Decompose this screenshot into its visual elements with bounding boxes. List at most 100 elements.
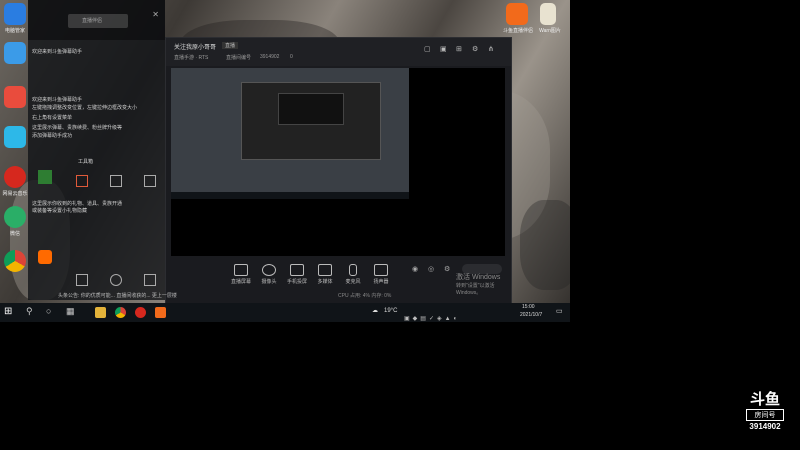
pc-manager-icon[interactable] [4,3,26,25]
assistant-line: 欢迎来到斗鱼弹幕助手 [32,97,83,103]
app-icon[interactable] [4,86,26,108]
clock-time[interactable]: 15:00 [522,304,535,310]
close-icon[interactable]: ✕ [152,10,159,19]
toolbox-label[interactable]: 工具箱 [78,158,93,165]
assistant-line: 右上角有设置菜单 [32,115,73,121]
windows-taskbar: ⊞ ⚲ ○ ▦ ☁ 19°C ▣◆▤✓◈▲◐ 15:00 2021/10/7 ▭ [0,303,570,322]
play-icon [318,264,332,276]
streaming-tool-window[interactable]: 关注我原小哥哥 直播 直播手游 · RTS 直播间编号 3914902 0 ▢ … [165,37,512,304]
game-icon[interactable] [76,274,88,286]
assistant-line: 或装备等设置小礼物隐藏 [32,208,88,214]
stream-preview[interactable] [171,68,505,256]
camera-small-icon[interactable]: ◎ [428,265,434,273]
screen-capture-button[interactable]: 直播屏幕 [228,262,254,292]
assistant-line: 左键拖拽调整改变位置，左键拉伸边框改变大小 [32,105,138,111]
download-icon[interactable] [110,274,122,286]
microphone-icon [349,264,357,276]
monitor-icon [234,264,248,276]
douyu-taskbar-icon[interactable] [155,307,166,318]
tray-icons[interactable]: ▣◆▤✓◈▲◐ [404,316,460,322]
room-category[interactable]: 直播手游 · RTS [174,54,208,61]
camera-button[interactable]: 摄像头 [256,262,282,292]
lock-icon[interactable]: ▢ [424,45,431,53]
shield-icon[interactable] [144,175,156,187]
danmaku-assistant-panel[interactable]: 直播伴侣 ✕ 欢迎来到斗鱼弹幕助手 欢迎来到斗鱼弹幕助手 左键拖拽调整改变位置，… [28,0,165,300]
room-title[interactable]: 关注我原小哥哥 [174,42,216,51]
assistant-header: 直播伴侣 ✕ [28,0,165,40]
toolbar-label: 麦克风 [345,279,361,285]
captured-screen: 电脑管家 网易云音乐 微信 斗鱼直播伴侣 Warn图片 直播伴侣 ✕ 欢迎来到斗… [0,0,570,322]
status-bar-left: 头条公告: 你的优质可能... 直播间收获的... 更上一层楼 [58,293,177,299]
toolbar-label: 扬声器 [373,279,389,285]
assistant-logo-text: 直播伴侣 [82,18,103,24]
ai-icon[interactable] [38,250,52,264]
system-tray: ▣◆▤✓◈▲◐ [404,307,494,322]
share-icon[interactable]: ⋔ [488,45,494,53]
notification-icon[interactable]: ▭ [556,307,563,315]
media-button[interactable]: 多媒体 [312,262,338,292]
room-tag: 直播 [222,42,239,49]
douyu-watermark: 斗鱼 房间号 3914902 [742,392,788,440]
assistant-logo: 直播伴侣 [68,14,128,28]
layout-icon[interactable]: ▣ [440,45,447,53]
netease-music-icon[interactable] [4,166,26,188]
preview-capture [171,68,409,199]
netease-taskbar-icon[interactable] [135,307,146,318]
activate-windows-title: 激活 Windows [456,274,501,281]
assistant-line: 添加弹幕助手成功 [32,133,73,139]
task-view-icon[interactable]: ○ [46,306,51,316]
phone-cast-button[interactable]: 手机投屏 [284,262,310,292]
star-icon[interactable] [144,274,156,286]
file-icon[interactable] [540,3,556,25]
settings-icon[interactable]: ⚙ [472,45,478,53]
toolbar-label: 多媒体 [317,279,333,285]
preview-capture-nested-2 [278,93,344,125]
assistant-line: 欢迎来到斗鱼弹幕助手 [32,49,83,55]
search-icon[interactable]: ⚲ [26,306,33,317]
tool-header: 关注我原小哥哥 直播 直播手游 · RTS 直播间编号 3914902 0 ▢ … [166,38,511,66]
iqiyi-icon[interactable] [38,170,52,184]
add-icon[interactable]: ⊞ [456,45,462,53]
gift-icon[interactable] [76,175,88,187]
desktop-icon-label: Warn图片 [539,28,561,34]
desktop-icon-label: 微信 [9,231,20,237]
desktop-icon-label: 斗鱼直播伴侣 [502,28,533,34]
toolbar-label: 手机投屏 [286,279,307,285]
file-explorer-icon[interactable] [95,307,106,318]
speaker-button[interactable]: 扬声器 [368,262,394,292]
chrome-icon[interactable] [4,250,26,272]
room-number: 3914902 [749,422,781,431]
weather-icon[interactable]: ☁ [372,307,378,314]
app-icon[interactable] [4,42,26,64]
weather-temp[interactable]: 19°C [384,308,397,314]
clock-date[interactable]: 2021/10/7 [520,312,542,318]
assistant-line: 这里展示你收到的礼物、道具、贵族开通 [32,201,123,207]
user-icon[interactable] [110,175,122,187]
camera-icon [262,264,276,276]
status-bar-right: CPU 占用: 4% 内存: 0% [338,293,392,299]
preview-capture-nested [241,82,381,160]
wechat-icon[interactable] [4,206,26,228]
douyu-brand: 斗鱼 [749,391,780,408]
windows-start-icon[interactable]: ⊞ [4,306,12,317]
app-icon[interactable] [4,126,26,148]
room-id-label: 直播间编号 [226,55,252,61]
speaker-icon [374,264,388,276]
desktop-icon-label: 网易云音乐 [2,191,28,197]
phone-icon [290,264,304,276]
heat-value: 0 [290,54,293,60]
activate-windows-sub: 转到"设置"以激活Windows。 [456,283,495,296]
widgets-icon[interactable]: ▦ [66,306,75,317]
desktop-icon-label: 电脑管家 [4,28,25,34]
room-label: 房间号 [746,409,784,421]
microphone-button[interactable]: 麦克风 [340,262,366,292]
toolbar-label: 摄像头 [261,279,277,285]
preview-taskbar [171,192,409,199]
chrome-taskbar-icon[interactable] [115,307,126,318]
douyu-companion-icon[interactable] [506,3,528,25]
toolbar-label: 直播屏幕 [230,279,251,285]
record-icon[interactable]: ◉ [412,265,418,273]
assistant-line: 这里展示弹幕、贵族续费、粉丝牌升级等 [32,125,123,131]
gear-icon[interactable]: ⚙ [444,265,450,273]
room-id: 3914902 [260,54,280,60]
